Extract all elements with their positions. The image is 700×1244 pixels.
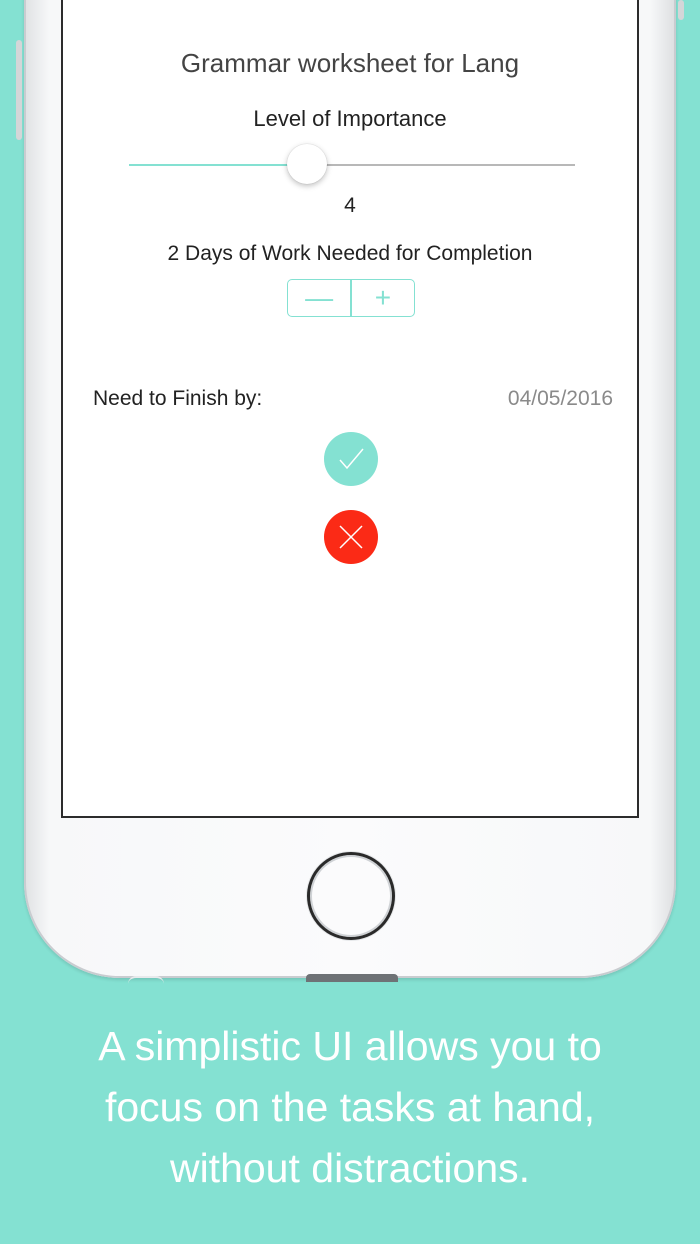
confirm-button[interactable] — [324, 432, 378, 486]
importance-slider[interactable] — [129, 144, 575, 184]
plus-icon: + — [374, 282, 392, 313]
task-title: Grammar worksheet for Lang — [180, 48, 520, 78]
deadline-label: Need to Finish by: — [93, 387, 263, 410]
home-button[interactable] — [307, 852, 395, 940]
deadline-date[interactable]: 04/05/2016 — [508, 387, 613, 411]
decrement-button[interactable]: — — [288, 280, 350, 316]
phone-side-button — [16, 40, 22, 140]
checkmark-icon — [339, 448, 364, 470]
caption-line: without distractions. — [169, 1145, 531, 1191]
importance-slider-fill — [129, 164, 308, 166]
phone-bottom-port — [306, 974, 398, 982]
caption-line: A simplistic UI allows you to — [98, 1023, 602, 1069]
caption: A simplistic UI allows you to focus on t… — [0, 1016, 700, 1199]
phone-side-button-right — [678, 0, 684, 20]
app-screen: Grammar worksheet for Lang Level of Impo… — [61, 0, 639, 818]
work-days-stepper: — + — [287, 279, 415, 317]
work-days-label: 2 Days of Work Needed for Completion — [167, 242, 533, 265]
phone-bottom-edge — [128, 976, 164, 984]
x-icon — [339, 525, 363, 549]
caption-line: focus on the tasks at hand, — [104, 1084, 596, 1130]
importance-slider-thumb[interactable] — [287, 144, 328, 184]
importance-label: Level of Importance — [253, 106, 447, 131]
importance-value: 4 — [344, 194, 356, 217]
increment-button[interactable]: + — [352, 280, 414, 316]
cancel-button[interactable] — [324, 510, 378, 564]
minus-icon: — — [305, 282, 334, 313]
